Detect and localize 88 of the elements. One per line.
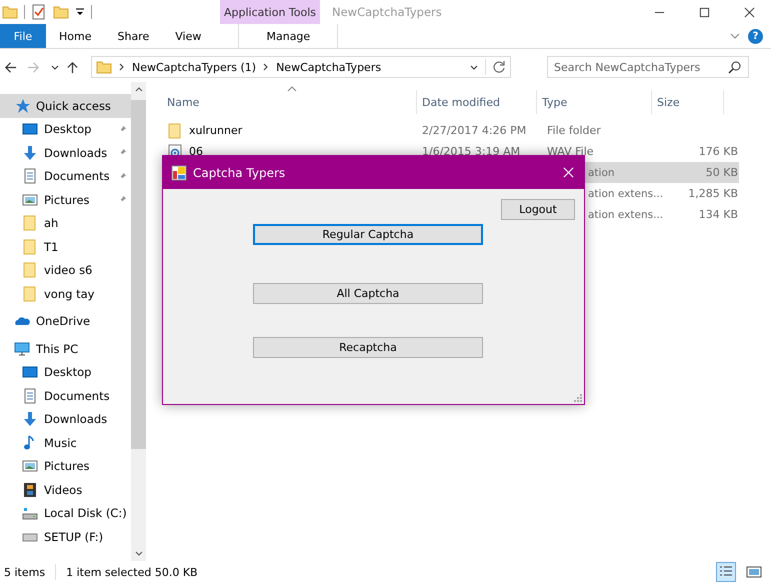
sidebar-item[interactable]: Documents [0,164,131,188]
chevron-icon [262,63,270,71]
dialog-title: Captcha Typers [193,166,286,180]
size-cell: 1,285 KB [688,187,738,200]
size-cell: 50 KB [706,166,738,179]
item-count: 5 items [4,566,46,578]
sidebar-item[interactable]: video s6 [0,258,131,282]
sidebar-item[interactable]: Downloads [0,141,131,164]
star-icon [14,98,30,114]
sidebar-item[interactable]: Desktop [0,118,131,141]
sort-caret-icon [287,84,297,94]
context-tab-header: Application Tools [220,0,320,24]
window-title: NewCaptchaTypers [332,5,443,19]
address-field[interactable]: NewCaptchaTypers (1) NewCaptchaTypers [91,56,511,78]
sidebar-item[interactable]: Local Disk (C:) [0,502,131,525]
desktop-icon [22,121,38,138]
sidebar-item[interactable]: Pictures [0,188,131,212]
column-header[interactable]: Date modified [417,90,537,114]
sidebar-item[interactable]: Pictures [0,454,131,478]
sidebar-item[interactable]: Music [0,431,131,454]
chevron-icon[interactable] [730,31,740,41]
up-icon[interactable] [66,60,79,74]
logout-button[interactable]: Logout [501,199,575,220]
type-cell: File folder [547,124,601,137]
download-icon [22,411,38,428]
app-icon [171,164,187,180]
sidebar-item[interactable]: This PC [0,337,131,360]
captcha-button[interactable]: All Captcha [253,283,483,304]
captcha-button[interactable]: Recaptcha [253,337,483,358]
maximize-icon[interactable] [699,6,710,18]
folder-icon [22,238,38,255]
file-name: 06 [189,145,203,158]
captcha-button[interactable]: Regular Captcha [253,224,483,245]
download-icon [22,144,38,161]
folder-icon [22,286,38,302]
chevron-icon [118,63,126,71]
folder-icon [22,262,38,278]
sidebar-item[interactable]: Videos [0,478,131,502]
film-icon [22,482,38,498]
sidebar-item[interactable]: SETUP (F:) [0,525,131,548]
document-icon [22,388,38,404]
sidebar-item[interactable]: Documents [0,384,131,408]
image-icon [22,458,38,474]
sidebar-item[interactable]: T1 [0,235,131,258]
date-cell: 1/6/2015 3:19 AM [422,145,520,158]
sidebar-item[interactable]: Downloads [0,408,131,431]
help-icon[interactable]: ? [748,28,763,44]
breadcrumb[interactable]: NewCaptchaTypers (1) [132,60,256,74]
desktop-icon [22,364,38,380]
column-header[interactable]: Name [162,90,417,114]
close-icon[interactable] [744,6,755,18]
column-header[interactable]: Type [537,90,652,114]
computer-icon [14,340,30,357]
type-cell: ation extens... [588,208,664,220]
drive-icon [22,505,38,522]
back-icon[interactable] [4,60,17,74]
properties-icon[interactable] [31,4,47,20]
type-cell: ation extens... [588,188,664,200]
ribbon-tab[interactable]: Manage [238,24,338,48]
scroll-down-icon[interactable] [134,549,142,557]
folder-icon [167,122,183,138]
image-icon [22,192,38,208]
document-icon [22,168,38,184]
type-cell: ation [588,166,615,178]
sidebar-item[interactable]: OneDrive [0,310,131,333]
folder-icon [96,59,112,75]
sidebar-item[interactable]: Desktop [0,360,131,384]
scroll-up-icon[interactable] [134,86,142,94]
date-cell: 2/27/2017 4:26 PM [422,124,526,137]
breadcrumb[interactable]: NewCaptchaTypers [276,60,382,74]
scrollbar[interactable] [131,82,146,561]
file-name: xulrunner [189,124,242,137]
search-icon [728,60,742,74]
sidebar-item[interactable]: Quick access [0,94,131,118]
column-header[interactable]: Size [652,90,724,114]
folder-icon [22,215,38,232]
ribbon-tab[interactable]: File [0,24,46,48]
sidebar-item[interactable]: ah [0,212,131,235]
details-view-icon[interactable] [717,563,735,581]
selection-info: 1 item selected 50.0 KB [66,566,198,578]
type-cell: WAV File [547,145,594,158]
dropdown-icon[interactable] [75,7,85,17]
search-field[interactable]: Search NewCaptchaTypers [547,56,749,78]
size-cell: 134 KB [698,208,738,221]
resize-grip-icon[interactable] [574,394,582,402]
sidebar-item[interactable]: vong tay [0,282,131,306]
size-cell: 176 KB [698,145,738,158]
refresh-icon[interactable] [492,60,506,74]
